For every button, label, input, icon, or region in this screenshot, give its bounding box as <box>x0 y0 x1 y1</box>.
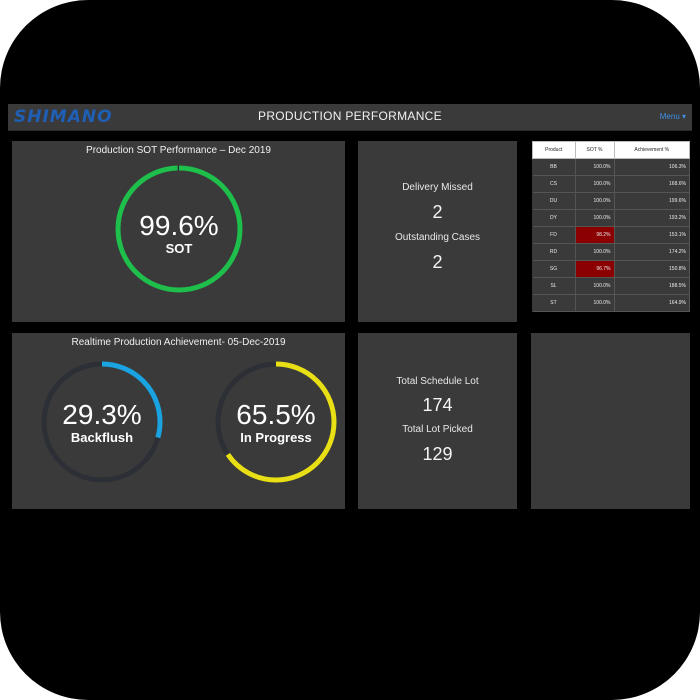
table-row: ST 100.0% 164.9% <box>532 294 690 312</box>
achievement-cell: 193.2% <box>614 209 690 227</box>
menu-link[interactable]: Menu ▾ <box>660 112 686 121</box>
product-table: Product SOT % Achievement % BB 100.0% 106.… <box>532 141 690 312</box>
product-cell: FD <box>532 226 576 244</box>
achievement-cell: 168.6% <box>614 175 690 193</box>
table-row: CS 100.0% 168.6% <box>532 175 690 193</box>
device-frame: SHIMANO PRODUCTION PERFORMANCE Menu ▾ Pr… <box>0 0 700 700</box>
achievement-cell: 188.5% <box>614 277 690 295</box>
product-cell: BB <box>532 158 576 176</box>
sot-panel-title: Production SOT Performance – Dec 2019 <box>86 145 271 156</box>
table-row: SL 100.0% 188.5% <box>532 277 690 295</box>
sot-label: SOT <box>165 241 193 256</box>
delivery-panel: Delivery Missed 2 Outstanding Cases 2 <box>358 141 517 322</box>
product-cell: DY <box>532 209 576 227</box>
total-lot-picked-label: Total Lot Picked <box>402 424 473 435</box>
total-schedule-lot-label: Total Schedule Lot <box>396 376 479 387</box>
outstanding-cases-value: 2 <box>432 252 443 272</box>
header-product: Product <box>532 141 576 159</box>
sot-cell: 100.0% <box>575 158 615 176</box>
achievement-cell: 164.9% <box>614 294 690 312</box>
realtime-achievement-panel: Realtime Production Achievement- 05-Dec-… <box>12 333 345 509</box>
backflush-value: 29.3% <box>62 399 142 430</box>
sot-cell: 98.2% <box>575 226 615 244</box>
table-row: FD 98.2% 153.1% <box>532 226 690 244</box>
backflush-label: Backflush <box>70 430 134 445</box>
delivery-missed-value: 2 <box>432 202 443 222</box>
product-cell: DU <box>532 192 576 210</box>
product-cell: SG <box>532 260 576 278</box>
table-row: BB 100.0% 106.3% <box>532 158 690 176</box>
table-row: DY 100.0% 193.2% <box>532 209 690 227</box>
header-achievement: Achievement % <box>613 141 690 159</box>
page-title: PRODUCTION PERFORMANCE <box>258 109 442 123</box>
product-cell: CS <box>532 175 576 193</box>
realtime-panel-title: Realtime Production Achievement- 05-Dec-… <box>71 337 286 348</box>
table-row: DU 100.0% 199.6% <box>532 192 690 210</box>
product-cell: RD <box>532 243 576 261</box>
delivery-missed-label: Delivery Missed <box>402 182 473 193</box>
table-header-row: Product SOT % Achievement % <box>532 141 690 159</box>
in-progress-value: 65.5% <box>236 399 316 430</box>
sot-cell: 100.0% <box>575 294 615 312</box>
sot-cell: 100.0% <box>575 192 615 210</box>
sot-performance-panel: Production SOT Performance – Dec 2019 99… <box>12 141 345 322</box>
sot-cell: 96.7% <box>575 260 615 278</box>
product-cell: ST <box>532 294 576 312</box>
sot-cell: 100.0% <box>575 277 615 295</box>
sot-cell: 100.0% <box>575 243 615 261</box>
empty-panel <box>531 333 690 509</box>
total-schedule-lot-value: 174 <box>422 395 453 415</box>
table-row: SG 96.7% 150.8% <box>532 260 690 278</box>
in-progress-label: In Progress <box>240 430 312 445</box>
outstanding-cases-label: Outstanding Cases <box>394 232 481 243</box>
achievement-cell: 153.1% <box>614 226 690 244</box>
top-bar: SHIMANO PRODUCTION PERFORMANCE Menu ▾ <box>8 104 692 131</box>
lot-panel: Total Schedule Lot 174 Total Lot Picked … <box>358 333 517 509</box>
achievement-cell: 106.3% <box>614 158 690 176</box>
sot-value: 99.6% <box>139 210 219 241</box>
achievement-cell: 150.8% <box>614 260 690 278</box>
achievement-cell: 199.6% <box>614 192 690 210</box>
product-cell: SL <box>532 277 576 295</box>
sot-cell: 100.0% <box>575 209 615 227</box>
header-sot: SOT % <box>574 141 615 159</box>
achievement-cell: 174.2% <box>614 243 690 261</box>
table-row: RD 100.0% 174.2% <box>532 243 690 261</box>
total-lot-picked-value: 129 <box>422 444 453 464</box>
sot-cell: 100.0% <box>575 175 615 193</box>
